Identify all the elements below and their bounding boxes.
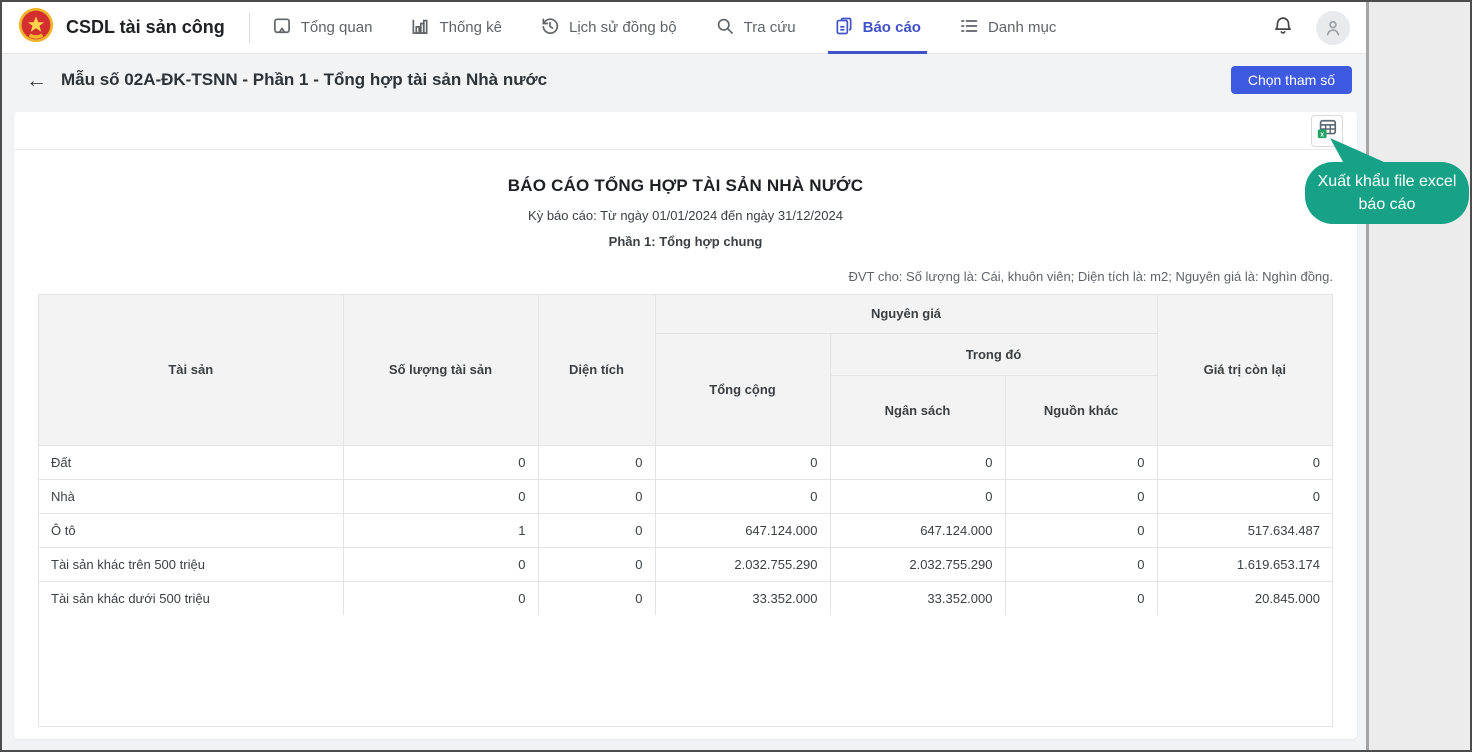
value-cell: 647.124.000 bbox=[655, 513, 830, 547]
col-header-gia-tri-con-lai: Giá trị còn lại bbox=[1157, 295, 1332, 445]
value-cell: 0 bbox=[1157, 445, 1332, 479]
value-cell: 0 bbox=[343, 581, 538, 615]
nav-item-thong-ke[interactable]: Thống kê bbox=[410, 2, 502, 54]
value-cell: 0 bbox=[1005, 547, 1157, 581]
overview-icon bbox=[272, 16, 292, 40]
nav-label: Lịch sử đồng bộ bbox=[569, 19, 677, 36]
col-header-trong-do: Trong đó bbox=[830, 333, 1157, 375]
window-edge-strip bbox=[1366, 2, 1470, 750]
brand: CSDL tài sản công bbox=[18, 7, 225, 48]
value-cell: 2.032.755.290 bbox=[655, 547, 830, 581]
table-body: Đất000000Nhà000000Ô tô10647.124.000647.1… bbox=[39, 445, 1332, 615]
value-cell: 0 bbox=[1005, 479, 1157, 513]
value-cell: 20.845.000 bbox=[1157, 581, 1332, 615]
back-button[interactable]: ← bbox=[20, 68, 53, 93]
value-cell: 0 bbox=[343, 547, 538, 581]
value-cell: 0 bbox=[1005, 513, 1157, 547]
asset-name-cell: Đất bbox=[39, 445, 343, 479]
nav-item-lich-su-dong-bo[interactable]: Lịch sử đồng bộ bbox=[540, 2, 677, 54]
report-card: x BÁO CÁO TỔNG HỢP TÀI SẢN NHÀ NƯỚC Kỳ b… bbox=[14, 112, 1357, 739]
asset-name-cell: Tài sản khác dưới 500 triệu bbox=[39, 581, 343, 615]
table-row: Đất000000 bbox=[39, 445, 1332, 479]
divider bbox=[249, 13, 250, 43]
col-header-tai-san: Tài sản bbox=[39, 295, 343, 445]
report-period: Kỳ báo cáo: Từ ngày 01/01/2024 đến ngày … bbox=[14, 208, 1357, 223]
nav-item-bao-cao[interactable]: Báo cáo bbox=[834, 2, 921, 54]
app-title: CSDL tài sản công bbox=[66, 17, 225, 38]
asset-name-cell: Tài sản khác trên 500 triệu bbox=[39, 547, 343, 581]
report-table: Tài sản Số lượng tài sản Diện tích Nguyê… bbox=[39, 295, 1332, 615]
page-header: ← Mẫu số 02A-ĐK-TSNN - Phần 1 - Tổng hợp… bbox=[2, 55, 1366, 105]
nav-label: Tổng quan bbox=[301, 19, 373, 36]
value-cell: 0 bbox=[655, 479, 830, 513]
value-cell: 0 bbox=[538, 479, 655, 513]
value-cell: 2.032.755.290 bbox=[830, 547, 1005, 581]
col-header-nguon-khac: Nguồn khác bbox=[1005, 375, 1157, 445]
value-cell: 0 bbox=[538, 445, 655, 479]
card-toolbar: x bbox=[14, 112, 1357, 150]
value-cell: 33.352.000 bbox=[830, 581, 1005, 615]
asset-name-cell: Ô tô bbox=[39, 513, 343, 547]
unit-note: ĐVT cho: Số lượng là: Cái, khuôn viên; D… bbox=[38, 269, 1333, 284]
value-cell: 0 bbox=[1005, 581, 1157, 615]
col-header-tong-cong: Tổng cộng bbox=[655, 333, 830, 445]
value-cell: 0 bbox=[1005, 445, 1157, 479]
value-cell: 33.352.000 bbox=[655, 581, 830, 615]
nav-label: Danh mục bbox=[988, 19, 1056, 36]
value-cell: 1.619.653.174 bbox=[1157, 547, 1332, 581]
table-row: Tài sản khác dưới 500 triệu0033.352.0003… bbox=[39, 581, 1332, 615]
nav-item-tong-quan[interactable]: Tổng quan bbox=[272, 2, 373, 54]
value-cell: 0 bbox=[1157, 479, 1332, 513]
report-part: Phần 1: Tổng hợp chung bbox=[14, 234, 1357, 249]
vietnam-emblem-logo bbox=[18, 7, 54, 48]
value-cell: 0 bbox=[538, 581, 655, 615]
top-navbar: CSDL tài sản công Tổng quan bbox=[2, 2, 1366, 54]
history-icon bbox=[540, 16, 560, 40]
bell-icon[interactable] bbox=[1272, 14, 1294, 41]
value-cell: 647.124.000 bbox=[830, 513, 1005, 547]
user-avatar-icon[interactable] bbox=[1316, 11, 1350, 45]
value-cell: 1 bbox=[343, 513, 538, 547]
nav-label: Tra cứu bbox=[744, 19, 796, 36]
value-cell: 0 bbox=[343, 445, 538, 479]
value-cell: 517.634.487 bbox=[1157, 513, 1332, 547]
list-icon bbox=[959, 16, 979, 40]
nav-item-danh-muc[interactable]: Danh mục bbox=[959, 2, 1056, 54]
choose-parameters-button[interactable]: Chọn tham số bbox=[1231, 66, 1352, 94]
table-row: Nhà000000 bbox=[39, 479, 1332, 513]
col-header-nguyen-gia: Nguyên giá bbox=[655, 295, 1157, 333]
search-icon bbox=[715, 16, 735, 40]
report-icon bbox=[834, 16, 854, 40]
col-header-dien-tich: Diện tích bbox=[538, 295, 655, 445]
nav-right bbox=[1272, 11, 1350, 45]
main-nav: Tổng quan Thống kê bbox=[272, 2, 1057, 54]
value-cell: 0 bbox=[538, 547, 655, 581]
export-tooltip: Xuất khẩu file excel báo cáo bbox=[1305, 162, 1469, 224]
bar-chart-icon bbox=[410, 16, 430, 40]
table-header: Tài sản Số lượng tài sản Diện tích Nguyê… bbox=[39, 295, 1332, 445]
report-table-container: Tài sản Số lượng tài sản Diện tích Nguyê… bbox=[38, 294, 1333, 727]
nav-label: Báo cáo bbox=[863, 19, 921, 36]
table-row: Ô tô10647.124.000647.124.0000517.634.487 bbox=[39, 513, 1332, 547]
nav-label: Thống kê bbox=[439, 19, 502, 36]
value-cell: 0 bbox=[343, 479, 538, 513]
table-row: Tài sản khác trên 500 triệu002.032.755.2… bbox=[39, 547, 1332, 581]
app-window: CSDL tài sản công Tổng quan bbox=[0, 0, 1472, 752]
page-title: Mẫu số 02A-ĐK-TSNN - Phần 1 - Tổng hợp t… bbox=[61, 70, 547, 90]
asset-name-cell: Nhà bbox=[39, 479, 343, 513]
nav-item-tra-cuu[interactable]: Tra cứu bbox=[715, 2, 796, 54]
value-cell: 0 bbox=[538, 513, 655, 547]
report-title: BÁO CÁO TỔNG HỢP TÀI SẢN NHÀ NƯỚC bbox=[14, 176, 1357, 196]
value-cell: 0 bbox=[830, 479, 1005, 513]
arrow-left-icon: ← bbox=[26, 69, 47, 92]
col-header-so-luong: Số lượng tài sản bbox=[343, 295, 538, 445]
value-cell: 0 bbox=[655, 445, 830, 479]
value-cell: 0 bbox=[830, 445, 1005, 479]
col-header-ngan-sach: Ngân sách bbox=[830, 375, 1005, 445]
